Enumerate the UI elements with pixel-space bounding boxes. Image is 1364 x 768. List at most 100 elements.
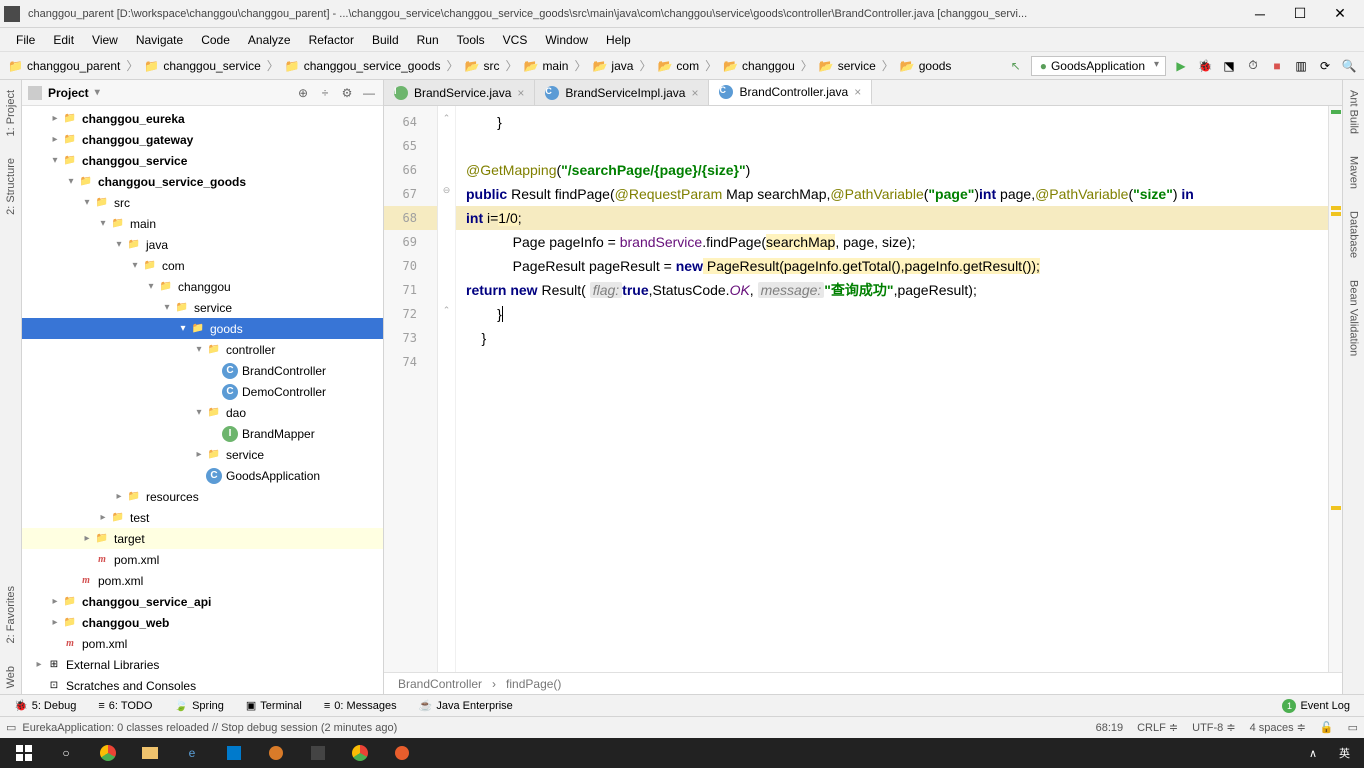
task-app1[interactable] <box>256 738 296 768</box>
tree-node[interactable]: ▾📁java <box>22 234 383 255</box>
breadcrumb-item[interactable]: 📁 changgou_service_goods <box>283 59 443 73</box>
tree-node[interactable]: ▸📁changgou_gateway <box>22 129 383 150</box>
hide-icon[interactable]: — <box>361 85 377 101</box>
task-chrome2[interactable] <box>340 738 380 768</box>
tree-node[interactable]: mpom.xml <box>22 549 383 570</box>
encoding[interactable]: UTF-8 ≑ <box>1192 721 1235 734</box>
caret-position[interactable]: 68:19 <box>1096 722 1124 734</box>
tree-node[interactable]: ▾📁changgou_service_goods <box>22 171 383 192</box>
task-app2[interactable] <box>382 738 422 768</box>
tree-node[interactable]: CDemoController <box>22 381 383 402</box>
collapse-icon[interactable]: ÷ <box>317 85 333 101</box>
menu-refactor[interactable]: Refactor <box>301 31 362 49</box>
error-stripe[interactable] <box>1328 106 1342 672</box>
tree-node[interactable]: ▸📁test <box>22 507 383 528</box>
tree-node[interactable]: IBrandMapper <box>22 423 383 444</box>
tree-node[interactable]: ▾📁controller <box>22 339 383 360</box>
tool-ant[interactable]: Ant Build <box>1346 84 1362 140</box>
project-tree[interactable]: ▸📁changgou_eureka▸📁changgou_gateway▾📁cha… <box>22 106 383 694</box>
close-tab-icon[interactable]: × <box>691 86 698 100</box>
menu-code[interactable]: Code <box>193 31 238 49</box>
tab-todo[interactable]: ≡ 6: TODO <box>88 698 162 714</box>
tree-node[interactable]: ▾📁src <box>22 192 383 213</box>
tool-structure[interactable]: 2: Structure <box>3 152 19 221</box>
profile-icon[interactable]: ⏱ <box>1244 57 1262 75</box>
locate-icon[interactable]: ⊕ <box>295 85 311 101</box>
tree-node[interactable]: ▾📁main <box>22 213 383 234</box>
close-tab-icon[interactable]: × <box>517 86 524 100</box>
indent[interactable]: 4 spaces ≑ <box>1250 721 1306 734</box>
tab-spring[interactable]: 🍃 Spring <box>164 697 234 714</box>
tab-terminal[interactable]: ▣ Terminal <box>236 697 312 714</box>
tool-web[interactable]: Web <box>3 660 19 694</box>
coverage-icon[interactable]: ⬔ <box>1220 57 1238 75</box>
menu-window[interactable]: Window <box>537 31 596 49</box>
minimize-button[interactable]: ─ <box>1240 0 1280 28</box>
menu-vcs[interactable]: VCS <box>495 31 536 49</box>
tree-node[interactable]: ▾📁changgou_service <box>22 150 383 171</box>
tree-node[interactable]: ▾📁com <box>22 255 383 276</box>
menu-build[interactable]: Build <box>364 31 407 49</box>
status-icon[interactable]: ▭ <box>6 721 16 734</box>
settings-icon[interactable]: ⚙ <box>339 85 355 101</box>
task-vscode[interactable] <box>214 738 254 768</box>
tree-node[interactable]: ▸📁resources <box>22 486 383 507</box>
tool-database[interactable]: Database <box>1346 205 1362 264</box>
tree-node[interactable]: mpom.xml <box>22 570 383 591</box>
menu-help[interactable]: Help <box>598 31 639 49</box>
breadcrumb-item[interactable]: 📂 goods <box>898 59 954 73</box>
memory-icon[interactable]: ▭ <box>1348 721 1358 734</box>
tab-event-log[interactable]: 1 Event Log <box>1272 697 1360 715</box>
menu-view[interactable]: View <box>84 31 126 49</box>
tree-node[interactable]: mpom.xml <box>22 633 383 654</box>
menu-file[interactable]: File <box>8 31 43 49</box>
menu-tools[interactable]: Tools <box>449 31 493 49</box>
sync-icon[interactable]: ⟳ <box>1316 57 1334 75</box>
tree-node[interactable]: ⊡Scratches and Consoles <box>22 675 383 694</box>
layout-icon[interactable]: ▥ <box>1292 57 1310 75</box>
tree-node[interactable]: ▸📁target <box>22 528 383 549</box>
tray-ime[interactable]: 英 <box>1329 745 1360 761</box>
tree-node[interactable]: ▾📁changgou <box>22 276 383 297</box>
task-chrome[interactable] <box>88 738 128 768</box>
back-icon[interactable]: ↖ <box>1007 57 1025 75</box>
fold-gutter[interactable]: ⌃⊖⌃ <box>438 106 456 672</box>
breadcrumb-item[interactable]: 📁 changgou_parent <box>6 59 122 73</box>
tree-node[interactable]: ▾📁service <box>22 297 383 318</box>
tree-node[interactable]: CGoodsApplication <box>22 465 383 486</box>
breadcrumb-item[interactable]: 📁 changgou_service <box>142 59 262 73</box>
tree-node[interactable]: ▾📁goods <box>22 318 383 339</box>
run-icon[interactable]: ▶ <box>1172 57 1190 75</box>
line-ending[interactable]: CRLF ≑ <box>1137 721 1178 734</box>
tree-node[interactable]: ▸📁changgou_web <box>22 612 383 633</box>
tab-messages[interactable]: ≡ 0: Messages <box>314 698 407 714</box>
tree-node[interactable]: ▾📁dao <box>22 402 383 423</box>
task-intellij[interactable] <box>298 738 338 768</box>
menu-run[interactable]: Run <box>409 31 447 49</box>
tool-project[interactable]: 1: Project <box>3 84 19 142</box>
breadcrumb-item[interactable]: 📂 main <box>521 59 570 73</box>
maximize-button[interactable]: ☐ <box>1280 0 1320 28</box>
project-title[interactable]: Project ▾ <box>48 86 289 100</box>
menu-analyze[interactable]: Analyze <box>240 31 299 49</box>
tree-node[interactable]: CBrandController <box>22 360 383 381</box>
stop-icon[interactable]: ■ <box>1268 57 1286 75</box>
editor-tab[interactable]: CBrandController.java× <box>709 80 872 105</box>
tray-up[interactable]: ∧ <box>1299 747 1327 760</box>
tree-node[interactable]: ▸📁changgou_service_api <box>22 591 383 612</box>
breadcrumb-item[interactable]: 📂 java <box>590 59 635 73</box>
tree-node[interactable]: ▸⊞External Libraries <box>22 654 383 675</box>
search-icon[interactable]: 🔍 <box>1340 57 1358 75</box>
start-button[interactable] <box>4 738 44 768</box>
debug-icon[interactable]: 🐞 <box>1196 57 1214 75</box>
run-config-selector[interactable]: ●GoodsApplication <box>1031 56 1166 76</box>
line-gutter[interactable]: 6465666768697071727374 <box>384 106 438 672</box>
close-tab-icon[interactable]: × <box>854 85 861 99</box>
task-explorer[interactable] <box>130 738 170 768</box>
crumb-class[interactable]: BrandController <box>398 677 482 691</box>
tab-debug[interactable]: 🐞 5: Debug <box>4 697 86 714</box>
menu-navigate[interactable]: Navigate <box>128 31 191 49</box>
close-button[interactable]: ✕ <box>1320 0 1360 28</box>
tool-favorites[interactable]: 2: Favorites <box>3 580 19 649</box>
breadcrumb-item[interactable]: 📂 com <box>655 59 701 73</box>
